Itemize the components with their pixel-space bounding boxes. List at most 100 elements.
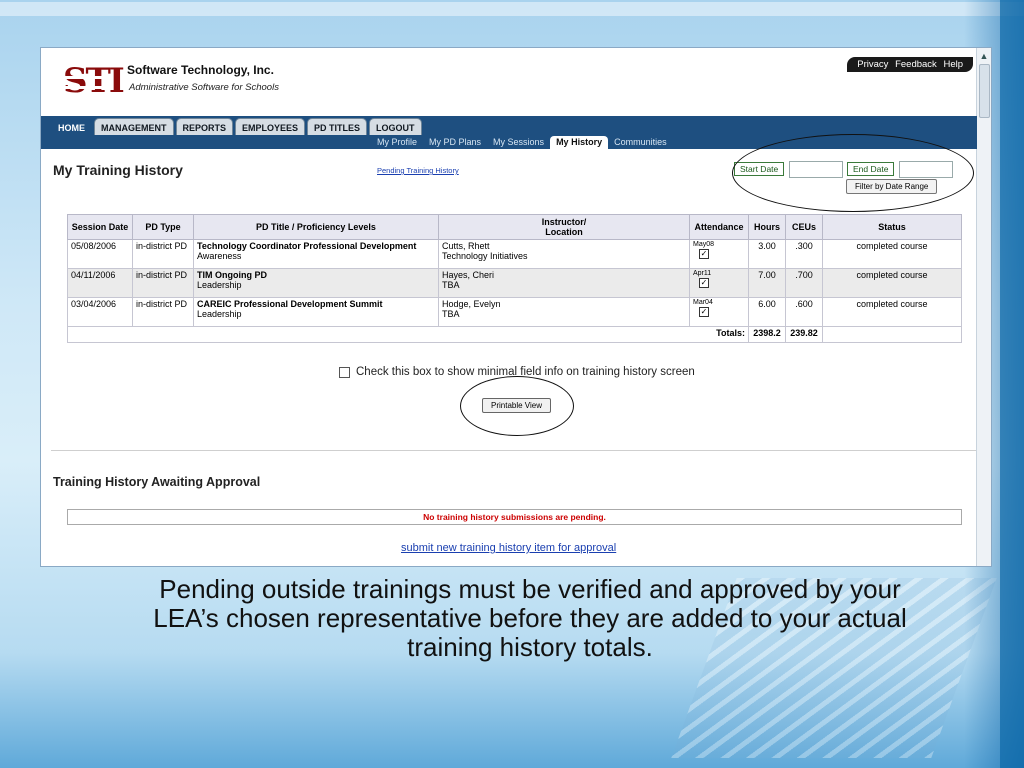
cell-ceus: .700 bbox=[785, 268, 823, 298]
training-history-table: Session Date PD Type PD Title / Proficie… bbox=[67, 214, 962, 343]
tab-employees[interactable]: EMPLOYEES bbox=[235, 118, 306, 136]
col-session-date: Session Date bbox=[67, 214, 133, 240]
cell-attendance: Mar04 ✓ bbox=[689, 297, 749, 327]
tab-reports[interactable]: REPORTS bbox=[175, 118, 234, 136]
cell-date: 05/08/2006 bbox=[67, 239, 133, 269]
cell-status: completed course bbox=[822, 239, 962, 269]
cell-instructor: Hodge, Evelyn TBA bbox=[438, 297, 690, 327]
date-filter-highlight-ellipse bbox=[732, 134, 974, 212]
app-window: ▲ STI Software Technology, Inc. Administ… bbox=[40, 47, 992, 567]
cell-hours: 3.00 bbox=[748, 239, 786, 269]
tab-management[interactable]: MANAGEMENT bbox=[94, 118, 174, 136]
cell-ceus: .600 bbox=[785, 297, 823, 327]
tab-home[interactable]: HOME bbox=[51, 118, 92, 136]
background-stripe bbox=[0, 2, 1024, 16]
subtab-my-profile[interactable]: My Profile bbox=[371, 136, 423, 149]
tab-pd-titles[interactable]: PD TITLES bbox=[307, 118, 368, 136]
col-instructor-location: Instructor/ Location bbox=[438, 214, 690, 240]
company-tagline: Administrative Software for Schools bbox=[129, 82, 279, 93]
pd-level: Awareness bbox=[197, 251, 242, 261]
attendance-checkbox[interactable]: ✓ bbox=[699, 249, 709, 259]
col-pd-type: PD Type bbox=[132, 214, 194, 240]
attendance-checkbox[interactable]: ✓ bbox=[699, 307, 709, 317]
main-tabs: HOME MANAGEMENT REPORTS EMPLOYEES PD TIT… bbox=[51, 118, 422, 136]
pd-level: Leadership bbox=[197, 280, 242, 290]
location: Technology Initiatives bbox=[442, 251, 528, 261]
col-ceus: CEUs bbox=[785, 214, 823, 240]
totals-row: Totals: 2398.2 239.82 bbox=[67, 326, 962, 343]
pd-title: CAREIC Professional Development Summit bbox=[197, 299, 383, 309]
company-name: Software Technology, Inc. bbox=[127, 63, 274, 77]
total-ceus: 239.82 bbox=[785, 326, 823, 343]
printable-view-highlight-ellipse bbox=[460, 376, 574, 436]
pd-level: Leadership bbox=[197, 309, 242, 319]
cell-title: TIM Ongoing PD Leadership bbox=[193, 268, 439, 298]
cell-status: completed course bbox=[822, 297, 962, 327]
cell-hours: 6.00 bbox=[748, 297, 786, 327]
feedback-link[interactable]: Feedback bbox=[895, 59, 937, 70]
cell-status: completed course bbox=[822, 268, 962, 298]
cell-hours: 7.00 bbox=[748, 268, 786, 298]
col-instructor: Instructor/ bbox=[541, 217, 587, 227]
subtab-communities[interactable]: Communities bbox=[608, 136, 673, 149]
totals-empty-cell bbox=[822, 326, 962, 343]
minimal-field-checkbox[interactable] bbox=[339, 366, 350, 378]
location: TBA bbox=[442, 280, 460, 290]
col-hours: Hours bbox=[748, 214, 786, 240]
sti-logo: STI bbox=[63, 58, 125, 104]
cell-type: in-district PD bbox=[132, 268, 194, 298]
col-attendance: Attendance bbox=[689, 214, 749, 240]
slide-caption: Pending outside trainings must be verifi… bbox=[153, 574, 907, 662]
subtab-my-history[interactable]: My History bbox=[550, 136, 609, 149]
background-right-bar bbox=[1000, 0, 1024, 768]
cell-instructor: Hayes, Cheri TBA bbox=[438, 268, 690, 298]
table-row: 05/08/2006 in-district PD Technology Coo… bbox=[67, 239, 962, 269]
totals-label: Totals: bbox=[67, 326, 749, 343]
table-header-row: Session Date PD Type PD Title / Proficie… bbox=[67, 214, 962, 240]
no-pending-message: No training history submissions are pend… bbox=[67, 509, 962, 525]
table-row: 04/11/2006 in-district PD TIM Ongoing PD… bbox=[67, 268, 962, 298]
cell-title: Technology Coordinator Professional Deve… bbox=[193, 239, 439, 269]
attendance-date: Apr11 bbox=[693, 270, 712, 277]
attendance-date: Mar04 bbox=[693, 299, 713, 306]
pending-training-history-link[interactable]: Pending Training History bbox=[377, 166, 459, 175]
cell-type: in-district PD bbox=[132, 239, 194, 269]
cell-date: 04/11/2006 bbox=[67, 268, 133, 298]
col-location: Location bbox=[545, 227, 583, 237]
logo-stripe bbox=[63, 76, 107, 79]
vertical-scrollbar[interactable]: ▲ bbox=[976, 48, 991, 566]
cell-date: 03/04/2006 bbox=[67, 297, 133, 327]
logo-text: STI bbox=[63, 61, 125, 101]
cell-instructor: Cutts, Rhett Technology Initiatives bbox=[438, 239, 690, 269]
attendance-checkbox[interactable]: ✓ bbox=[699, 278, 709, 288]
scroll-up-arrow-icon[interactable]: ▲ bbox=[979, 51, 989, 61]
attendance-date: May08 bbox=[693, 241, 715, 248]
help-link[interactable]: Help bbox=[943, 59, 963, 70]
table-row: 03/04/2006 in-district PD CAREIC Profess… bbox=[67, 297, 962, 327]
total-hours: 2398.2 bbox=[748, 326, 786, 343]
instructor: Hayes, Cheri bbox=[442, 270, 495, 280]
cell-title: CAREIC Professional Development Summit Le… bbox=[193, 297, 439, 327]
subtab-my-pd-plans[interactable]: My PD Plans bbox=[423, 136, 487, 149]
location: TBA bbox=[442, 309, 460, 319]
submit-training-link[interactable]: submit new training history item for app… bbox=[401, 542, 616, 554]
top-links: Privacy Feedback Help bbox=[847, 57, 973, 72]
section-divider bbox=[51, 450, 976, 451]
col-status: Status bbox=[822, 214, 962, 240]
subtab-my-sessions[interactable]: My Sessions bbox=[487, 136, 550, 149]
page-title: My Training History bbox=[53, 162, 183, 178]
pd-title: Technology Coordinator Professional Deve… bbox=[197, 241, 417, 251]
cell-ceus: .300 bbox=[785, 239, 823, 269]
privacy-link[interactable]: Privacy bbox=[857, 59, 888, 70]
cell-attendance: May08 ✓ bbox=[689, 239, 749, 269]
awaiting-approval-title: Training History Awaiting Approval bbox=[53, 475, 261, 489]
instructor: Hodge, Evelyn bbox=[442, 299, 501, 309]
logo-stripe bbox=[63, 86, 107, 89]
pd-title: TIM Ongoing PD bbox=[197, 270, 267, 280]
cell-type: in-district PD bbox=[132, 297, 194, 327]
sub-tabs: My Profile My PD Plans My Sessions My Hi… bbox=[371, 136, 673, 149]
cell-attendance: Apr11 ✓ bbox=[689, 268, 749, 298]
col-pd-title: PD Title / Proficiency Levels bbox=[193, 214, 439, 240]
scroll-thumb[interactable] bbox=[979, 64, 990, 118]
tab-logout[interactable]: LOGOUT bbox=[369, 118, 422, 136]
